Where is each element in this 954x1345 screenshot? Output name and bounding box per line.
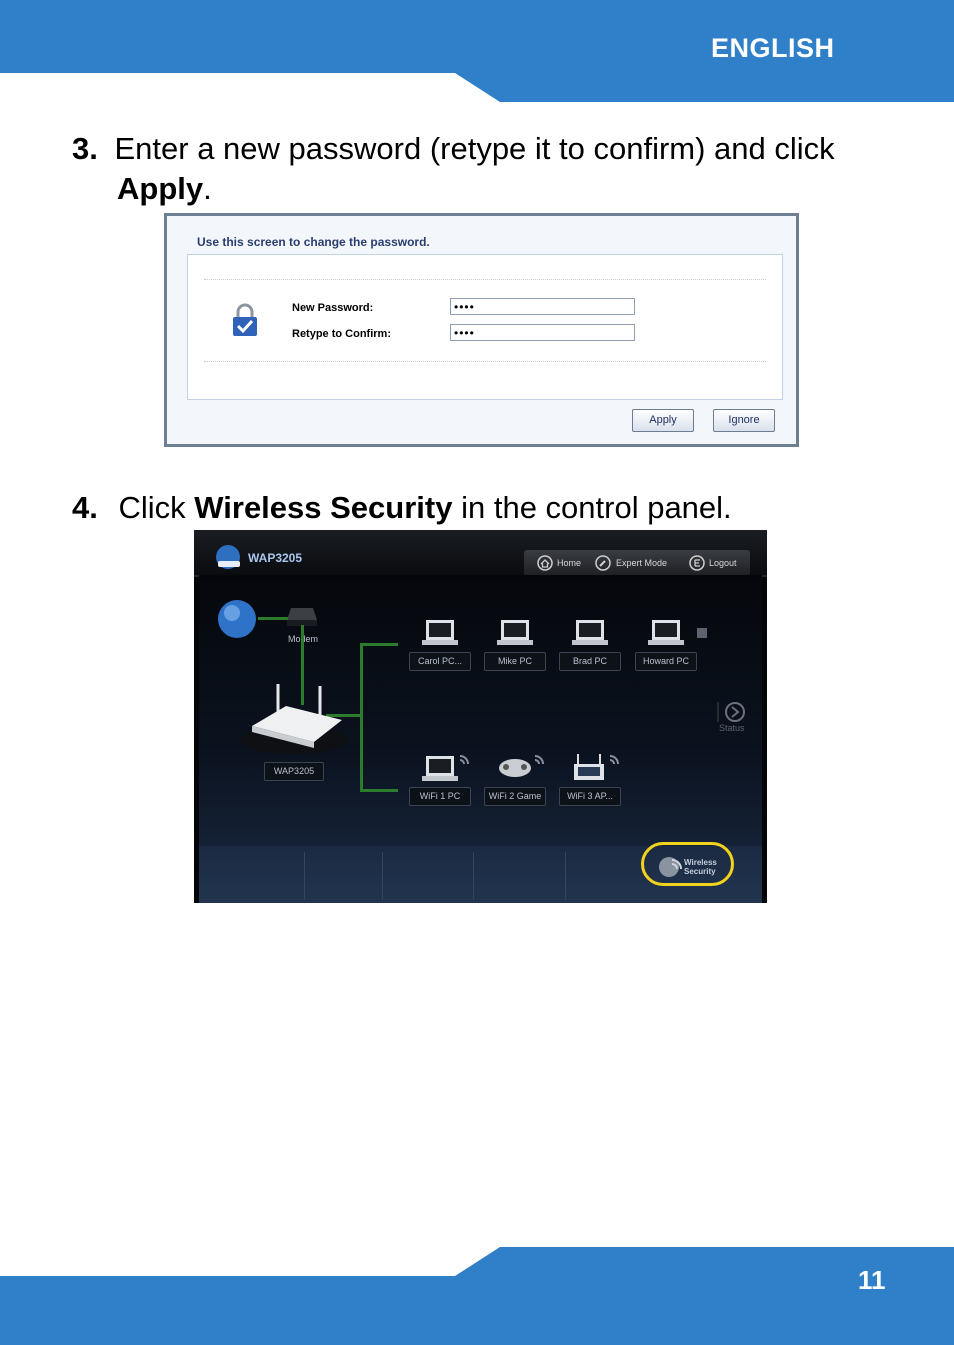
retype-password-label: Retype to Confirm: (292, 328, 391, 340)
new-password-label: New Password: (292, 302, 374, 314)
router-logo-icon (216, 545, 240, 569)
password-dialog-title: Use this screen to change the password. (197, 235, 430, 249)
step-3-bold-apply: Apply (117, 171, 204, 206)
scroll-arrow-icon[interactable] (697, 628, 707, 638)
step-4-number: 4. (72, 490, 98, 525)
step-4-bold-wireless-security: Wireless Security (194, 490, 453, 525)
wifi-laptop-icon (422, 755, 469, 781)
apply-button[interactable]: Apply (632, 409, 694, 432)
retype-password-field[interactable]: •••• (450, 324, 635, 341)
top-navigation: Home Expert Mode Logout (524, 550, 750, 576)
client-carol-pc[interactable]: Carol PC... (409, 652, 471, 671)
toolbar-separator (473, 852, 474, 900)
password-screenshot: Use this screen to change the password. … (164, 213, 799, 447)
highlight-ring (641, 842, 734, 886)
wrench-icon (595, 555, 611, 571)
step-3-number: 3. (72, 131, 98, 166)
laptop-icon (497, 620, 533, 645)
lock-icon (233, 303, 257, 336)
laptop-icon (572, 620, 608, 645)
toolbar-separator (304, 852, 305, 900)
client-howard-pc[interactable]: Howard PC (635, 652, 697, 671)
laptop-icon (648, 620, 684, 645)
control-panel-screenshot: WAP3205 Home Expert Mode Logout Modem WA… (194, 530, 767, 903)
expert-mode-link[interactable]: Expert Mode (616, 558, 667, 568)
internet-globe-icon (218, 600, 256, 638)
game-controller-icon (499, 755, 544, 777)
step-3-text: Enter a new password (retype it to confi… (114, 131, 835, 166)
router-device-icon (240, 684, 348, 754)
divider (204, 279, 766, 280)
logout-icon (689, 555, 705, 571)
step-4-text-after: in the control panel. (461, 490, 732, 525)
wired-branch-line (360, 643, 398, 646)
device-name: WAP3205 (248, 551, 303, 565)
access-point-icon (574, 754, 619, 780)
page-number: 11 (858, 1265, 886, 1295)
home-link[interactable]: Home (557, 558, 581, 568)
divider (204, 361, 766, 362)
status-label: Status (719, 723, 745, 733)
footer-banner (0, 1247, 954, 1345)
toolbar-separator (565, 852, 566, 900)
client-wifi-2-game[interactable]: WiFi 2 Game (484, 787, 546, 806)
step-3-continuation: Apply. (117, 169, 212, 209)
client-wifi-3-ap[interactable]: WiFi 3 AP... (559, 787, 621, 806)
step-4-text-before: Click (118, 490, 186, 525)
client-wifi-1-pc[interactable]: WiFi 1 PC (409, 787, 471, 806)
laptop-icon (422, 620, 458, 645)
home-icon (537, 555, 553, 571)
language-label: ENGLISH (711, 33, 835, 63)
password-dialog: Use this screen to change the password. … (167, 216, 796, 444)
ignore-button[interactable]: Ignore (713, 409, 775, 432)
step-3-period: . (203, 171, 212, 206)
router-label[interactable]: WAP3205 (264, 762, 324, 781)
new-password-field[interactable]: •••• (450, 298, 635, 315)
step-4-instruction: 4. Click Wireless Security in the contro… (72, 488, 902, 528)
client-mike-pc[interactable]: Mike PC (484, 652, 546, 671)
logout-link[interactable]: Logout (709, 558, 737, 568)
wireless-branch-line (360, 789, 398, 792)
client-brad-pc[interactable]: Brad PC (559, 652, 621, 671)
internet-link-line (258, 617, 288, 620)
toolbar-separator (382, 852, 383, 900)
status-arrow-icon[interactable] (716, 700, 748, 724)
trunk-line (360, 643, 363, 792)
password-form-panel: New Password: •••• Retype to Confirm: ••… (187, 254, 783, 400)
step-3-instruction: 3. Enter a new password (retype it to co… (72, 129, 902, 169)
control-panel-topbar: WAP3205 Home Expert Mode Logout (194, 530, 767, 577)
